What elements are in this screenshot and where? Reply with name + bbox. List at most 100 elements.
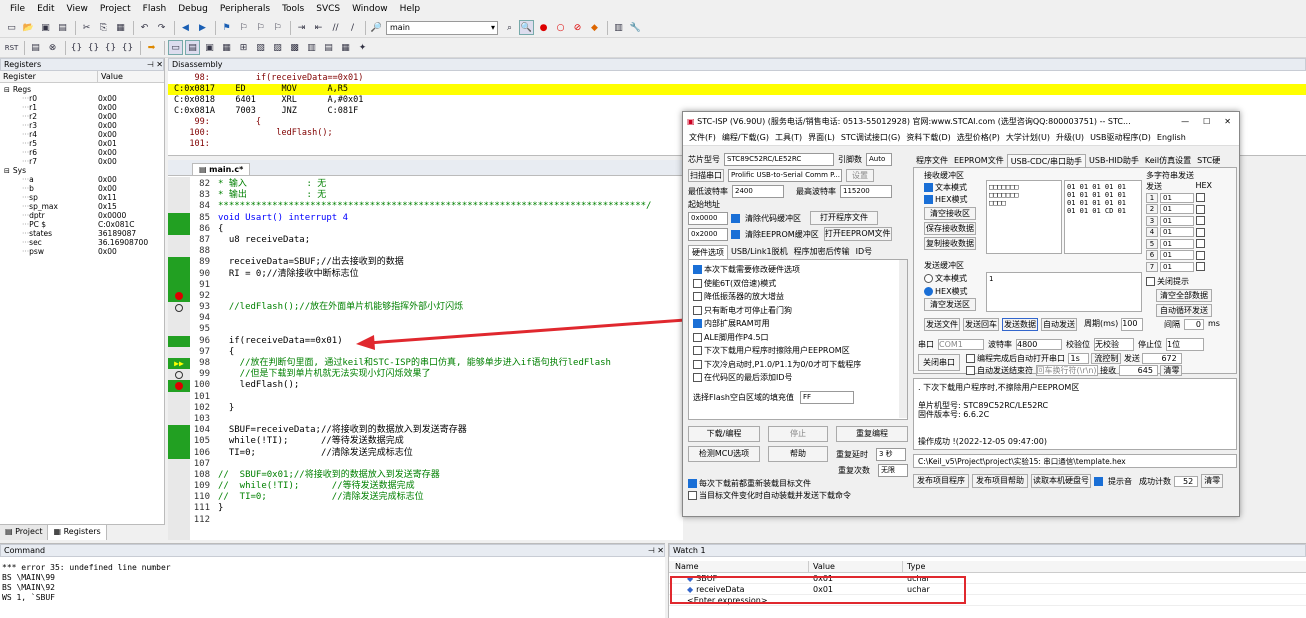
window-layout-icon[interactable]: ▥ — [611, 20, 626, 35]
stc-menu-item[interactable]: 升级(U) — [1053, 132, 1087, 143]
run-to-cursor-icon[interactable]: {} — [120, 40, 135, 55]
code-line[interactable]: 85 void Usart() interrupt 4 — [168, 212, 683, 224]
send-file-button[interactable]: 发送文件 — [924, 318, 960, 331]
download-button[interactable]: 下载/编程 — [688, 426, 760, 442]
right-tab[interactable]: STC硬 — [1194, 154, 1223, 167]
register-row[interactable]: ···r6 0x00 — [0, 148, 164, 157]
recv-text-radio[interactable] — [924, 183, 933, 192]
right-tab[interactable]: Keil仿真设置 — [1142, 154, 1194, 167]
code-line[interactable]: 109 // while(!TI); //等待发送数据完成 — [168, 481, 683, 492]
menu-item-svcs[interactable]: SVCS — [310, 4, 346, 14]
publish-program-button[interactable]: 发布项目程序 — [913, 474, 969, 488]
register-row[interactable]: ···r1 0x00 — [0, 103, 164, 112]
disassembly-line[interactable]: 98: if(receiveData==0x01) — [168, 73, 1306, 84]
stc-menu-item[interactable]: English — [1154, 133, 1189, 142]
serial-window-icon[interactable]: ▩ — [287, 40, 302, 55]
hw-option[interactable]: 内部扩展RAM可用 — [693, 317, 903, 331]
redo-icon[interactable]: ↷ — [154, 20, 169, 35]
breakpoint-disabled-icon[interactable] — [175, 370, 183, 379]
open-program-button[interactable]: 打开程序文件 — [810, 211, 878, 225]
register-row[interactable]: ···r3 0x00 — [0, 121, 164, 130]
multi-hex-checkbox[interactable] — [1196, 193, 1205, 203]
register-row[interactable]: ···r4 0x00 — [0, 130, 164, 139]
bookmark-clear-icon[interactable]: ⚐ — [270, 20, 285, 35]
endchar-select[interactable]: 回车换行符(\r\n) — [1035, 365, 1098, 376]
parity-select[interactable]: 无校验 — [1094, 338, 1134, 351]
hw-option-checkbox[interactable] — [693, 373, 702, 383]
clear-all-button[interactable]: 清空全部数据 — [1156, 288, 1212, 302]
stop-icon[interactable]: ⊗ — [45, 40, 60, 55]
menu-item-project[interactable]: Project — [94, 4, 137, 14]
nav-back-icon[interactable]: ◀ — [178, 20, 193, 35]
multi-send-value[interactable]: 01 — [1160, 227, 1194, 238]
register-row[interactable]: ⊟ Sys — [0, 166, 164, 175]
step-into-icon[interactable]: {} — [69, 40, 84, 55]
code-line[interactable]: 112 — [168, 515, 683, 526]
stc-menu-item[interactable]: 大学计划(U) — [1003, 132, 1053, 143]
period-value[interactable]: 100 — [1121, 318, 1144, 331]
recv-ascii-box[interactable]: □□□□□□□ □□□□□□□ □□□□ — [986, 180, 1062, 254]
code-line[interactable]: 84 **************************************… — [168, 201, 683, 212]
check-mcu-button[interactable]: 检测MCU选项 — [688, 446, 760, 462]
stc-menu-item[interactable]: STC调试接口(G) — [838, 132, 904, 143]
comment-icon[interactable]: // — [328, 20, 343, 35]
right-tab[interactable]: USB-HID助手 — [1086, 154, 1142, 167]
hw-option-checkbox[interactable] — [693, 319, 702, 329]
code-line[interactable]: 107 — [168, 459, 683, 470]
port-select[interactable]: Prolific USB-to-Serial Comm P... — [728, 168, 842, 182]
hw-option[interactable]: ALE脚用作P4.5口 — [693, 331, 903, 345]
callstack-window-icon[interactable]: ⊞ — [236, 40, 251, 55]
tree-expand-icon[interactable]: ⊟ — [4, 167, 10, 175]
toolbox-icon[interactable]: ✦ — [355, 40, 370, 55]
repeat-count-select[interactable]: 无限 — [878, 464, 908, 477]
paste-icon[interactable]: ▦ — [113, 20, 128, 35]
undo-icon[interactable]: ↶ — [137, 20, 152, 35]
tree-expand-icon[interactable]: ⊟ — [4, 86, 10, 94]
code-line[interactable]: 83 * 输出 : 无 — [168, 190, 683, 201]
save-recv-button[interactable]: 保存接收数据 — [924, 222, 976, 235]
clear-code-checkbox[interactable] — [731, 213, 740, 223]
step-out-icon[interactable]: {} — [103, 40, 118, 55]
right-tab[interactable]: EEPROM文件 — [951, 154, 1007, 167]
hw-option[interactable]: 降低振荡器的放大增益 — [693, 290, 903, 304]
tips-checkbox[interactable] — [1094, 476, 1103, 486]
help-button[interactable]: 帮助 — [768, 446, 828, 462]
code-line[interactable]: 90 RI = 0;//清除接收中断标志位 — [168, 268, 683, 280]
breakpoint-disabled-icon[interactable] — [175, 303, 183, 312]
multi-hex-checkbox[interactable] — [1196, 250, 1205, 260]
repeat-delay-select[interactable]: 3 秒 — [876, 447, 906, 461]
command-window-icon[interactable]: ▭ — [168, 40, 183, 55]
multi-send-value[interactable]: 01 — [1160, 204, 1194, 215]
code-line[interactable]: 99 //但是下载到单片机就无法实现小灯闪烁效果了 — [168, 369, 683, 380]
reset-icon[interactable]: RST — [4, 40, 19, 55]
register-row[interactable]: ···r0 0x00 — [0, 94, 164, 103]
tab-registers[interactable]: ▦ Registers — [48, 525, 107, 540]
disassembly-line[interactable]: C:0x0817 ED MOV A,R5 — [168, 84, 1306, 95]
stc-menu-item[interactable]: 界面(L) — [805, 132, 838, 143]
com-select[interactable]: COM1 — [938, 339, 984, 350]
register-row[interactable]: ···r5 0x01 — [0, 139, 164, 148]
code-line[interactable]: 111} — [168, 503, 683, 514]
multi-hex-checkbox[interactable] — [1196, 239, 1205, 249]
copy-icon[interactable]: ⎘ — [96, 20, 111, 35]
register-row[interactable]: ···dptr 0x0000 — [0, 211, 164, 220]
pin-icon[interactable]: ⊣ ✕ — [147, 59, 163, 70]
menu-item-view[interactable]: View — [61, 4, 94, 14]
clear-count-button[interactable]: 清零 — [1160, 365, 1183, 376]
indent-icon[interactable]: ⇥ — [294, 20, 309, 35]
multi-send-value[interactable]: 01 — [1160, 261, 1194, 272]
hw-option[interactable]: 本次下载需要修改硬件选项 — [693, 263, 903, 277]
stop-button[interactable]: 停止 — [768, 426, 828, 442]
hw-scrollbar[interactable] — [899, 260, 907, 418]
chip-select[interactable]: STC89C52RC/LE52RC — [724, 153, 834, 166]
send-hex-radio[interactable] — [924, 287, 933, 296]
hw-option-checkbox[interactable] — [693, 305, 702, 315]
stc-menu-item[interactable]: USB驱动程序(D) — [1087, 132, 1154, 143]
send-text-radio[interactable] — [924, 274, 933, 283]
clear-eeprom-checkbox[interactable] — [731, 229, 740, 239]
recv-hex-radio[interactable] — [924, 195, 933, 204]
debug-icon[interactable]: 🔍 — [519, 20, 534, 35]
run-icon[interactable]: ▤ — [28, 40, 43, 55]
show-next-icon[interactable]: ➡ — [144, 40, 159, 55]
multi-send-value[interactable]: 01 — [1160, 192, 1194, 203]
